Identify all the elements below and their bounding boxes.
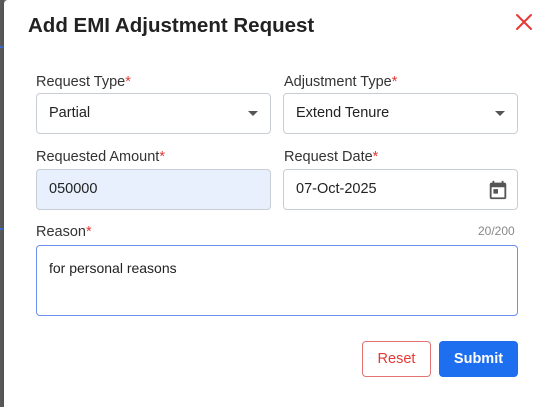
requested-amount-label: Requested Amount* bbox=[36, 149, 165, 165]
request-type-value: Partial bbox=[49, 105, 91, 121]
requested-amount-value: 050000 bbox=[49, 181, 98, 197]
request-date-input[interactable]: 07-Oct-2025 bbox=[283, 169, 518, 210]
emi-adjustment-dialog: Add EMI Adjustment Request Request Type*… bbox=[4, 0, 551, 407]
adjustment-type-label: Adjustment Type* bbox=[284, 74, 398, 90]
request-date-value: 07-Oct-2025 bbox=[296, 181, 377, 197]
adjustment-type-select[interactable]: Extend Tenure bbox=[283, 93, 518, 134]
calendar-icon[interactable] bbox=[487, 178, 509, 200]
request-type-label: Request Type* bbox=[36, 74, 131, 90]
close-icon[interactable] bbox=[513, 11, 535, 33]
reason-char-counter: 20/200 bbox=[478, 224, 515, 238]
reason-value: for personal reasons bbox=[49, 260, 177, 276]
request-type-select[interactable]: Partial bbox=[36, 93, 271, 134]
reset-button[interactable]: Reset bbox=[362, 341, 431, 377]
request-date-label: Request Date* bbox=[284, 149, 379, 165]
submit-button[interactable]: Submit bbox=[439, 341, 518, 377]
chevron-down-icon bbox=[495, 111, 505, 116]
dialog-title: Add EMI Adjustment Request bbox=[28, 14, 315, 37]
reason-label: Reason* bbox=[36, 224, 92, 240]
adjustment-type-value: Extend Tenure bbox=[296, 105, 390, 121]
reason-textarea[interactable]: for personal reasons bbox=[36, 245, 518, 316]
chevron-down-icon bbox=[248, 111, 258, 116]
requested-amount-input[interactable]: 050000 bbox=[36, 169, 271, 210]
